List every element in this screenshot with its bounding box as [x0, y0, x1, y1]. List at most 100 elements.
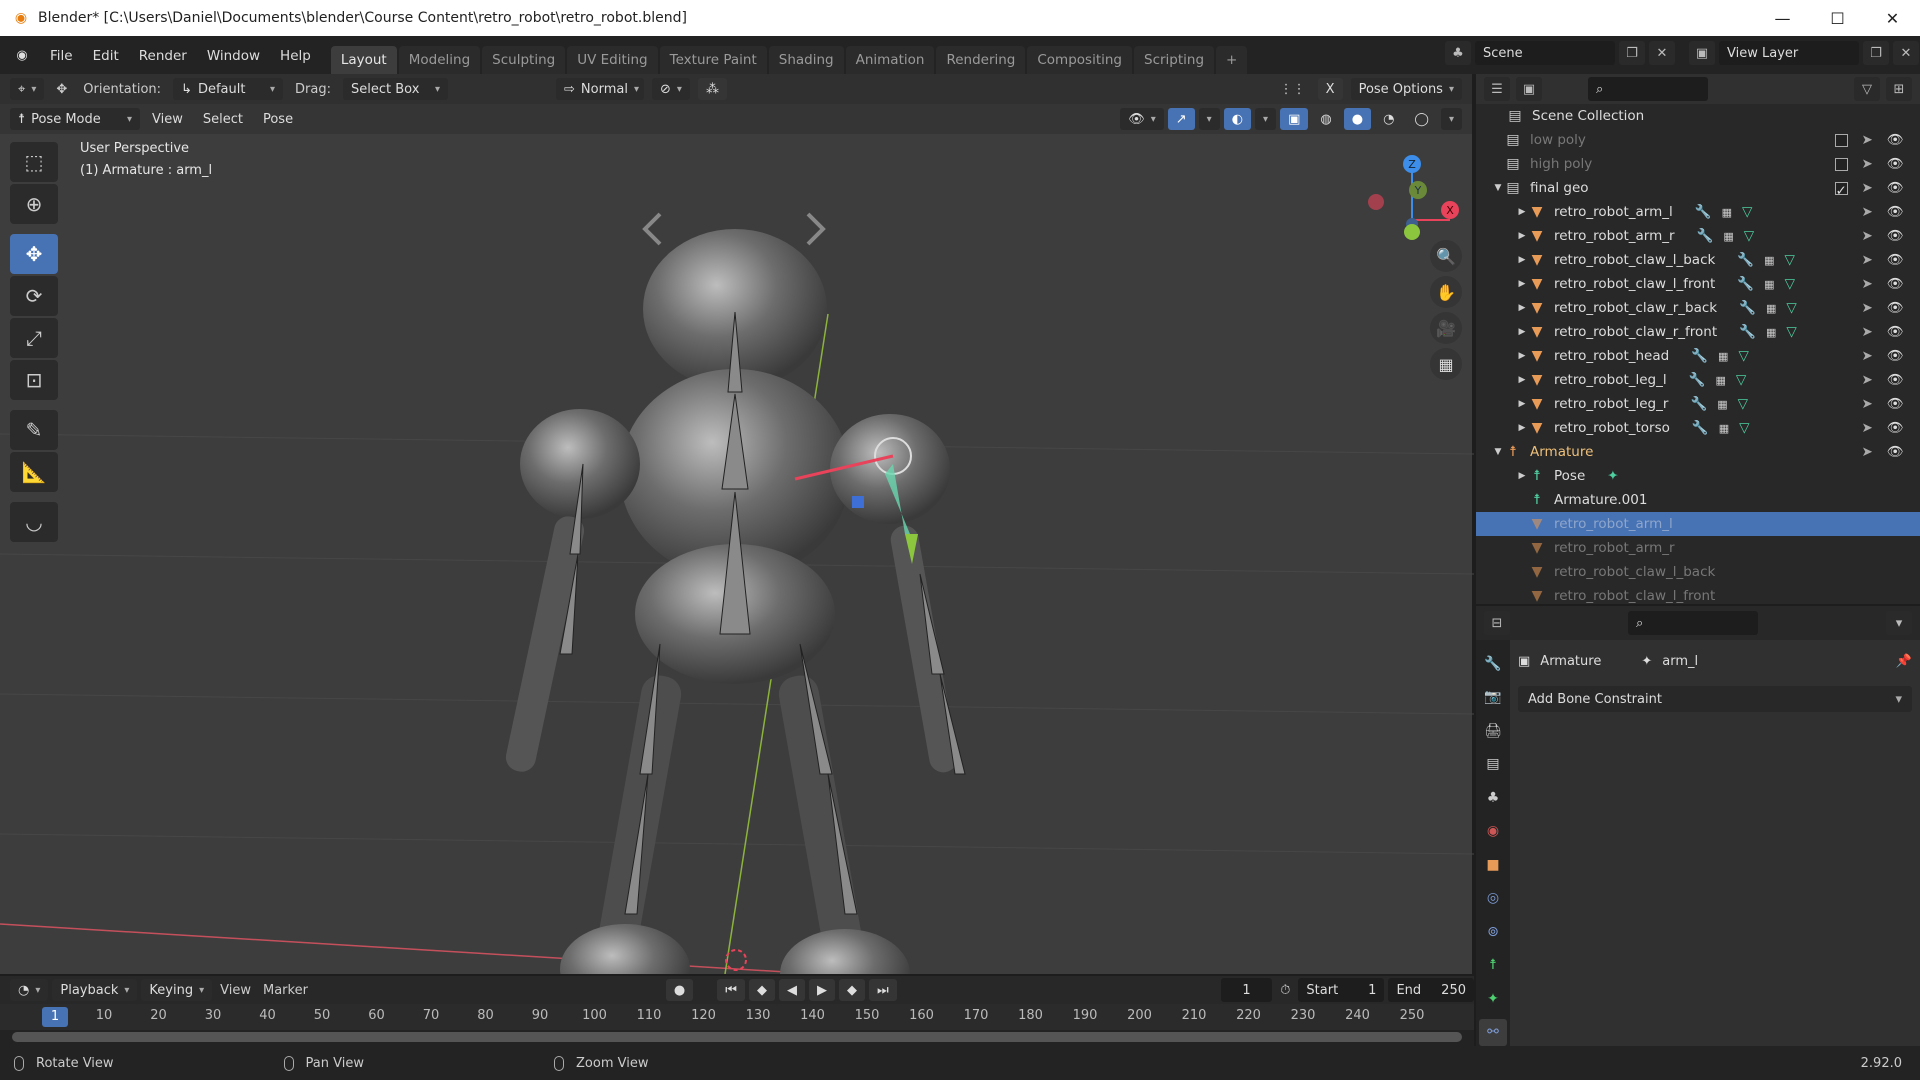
outliner-row[interactable]: ▼ ▤ final geo ✓ ➤ 👁: [1476, 176, 1920, 200]
current-frame-field[interactable]: 1: [1220, 978, 1273, 1002]
menu-file[interactable]: File: [40, 48, 83, 64]
scene-field[interactable]: Scene: [1475, 41, 1615, 65]
delete-scene-icon[interactable]: ✕: [1649, 41, 1675, 65]
outliner-row[interactable]: ▶ ▼ retro_robot_leg_r 🔧 ▦ ▽ ➤ 👁: [1476, 392, 1920, 416]
properties-options[interactable]: ▾: [1886, 611, 1912, 635]
outliner-row[interactable]: ▼ retro_robot_claw_l_front: [1476, 584, 1920, 608]
eye-icon[interactable]: 👁: [1887, 324, 1904, 340]
mesh-data-icon[interactable]: ▽: [1786, 324, 1796, 340]
vertex-groups-icon[interactable]: ▦: [1764, 254, 1774, 267]
orientation-dropdown[interactable]: ↳ Default ▾: [173, 78, 284, 100]
tab-uv-editing[interactable]: UV Editing: [567, 46, 658, 74]
selectable-arrow-icon[interactable]: ➤: [1862, 444, 1873, 460]
eye-icon[interactable]: 👁: [1887, 228, 1904, 244]
camera-view-button[interactable]: 🎥: [1430, 312, 1462, 344]
output-tab-icon[interactable]: 🖨: [1479, 717, 1507, 745]
properties-editor-type[interactable]: ⊟: [1484, 611, 1510, 635]
selectable-arrow-icon[interactable]: ➤: [1862, 396, 1873, 412]
scale-tool[interactable]: ⤢: [10, 318, 58, 358]
timeline-view-menu[interactable]: View: [216, 983, 255, 998]
eye-icon[interactable]: 👁: [1887, 252, 1904, 268]
expand-toggle-icon[interactable]: ▼: [1492, 183, 1504, 193]
ortho-toggle-button[interactable]: ▦: [1430, 348, 1462, 380]
menu-render[interactable]: Render: [129, 48, 197, 64]
outliner-row[interactable]: ▶ ▼ retro_robot_claw_l_back 🔧 ▦ ▽ ➤ 👁: [1476, 248, 1920, 272]
outliner-row[interactable]: ▼ retro_robot_arm_r: [1476, 536, 1920, 560]
delete-view-layer-icon[interactable]: ✕: [1893, 41, 1919, 65]
pin-icon[interactable]: 📌: [1896, 654, 1912, 669]
outliner-search[interactable]: ⌕: [1588, 77, 1708, 101]
pivot-dropdown[interactable]: ⇨ Normal ▾: [556, 78, 644, 100]
vertex-groups-icon[interactable]: ▦: [1764, 278, 1774, 291]
eye-icon[interactable]: 👁: [1887, 372, 1904, 388]
cursor-tool[interactable]: ⊕: [10, 184, 58, 224]
selectable-arrow-icon[interactable]: ➤: [1862, 276, 1873, 292]
mesh-data-icon[interactable]: ▽: [1736, 372, 1746, 388]
outliner-row[interactable]: ▤ high poly ➤ 👁: [1476, 152, 1920, 176]
outliner-row[interactable]: ▶ ▼ retro_robot_arm_r 🔧 ▦ ▽ ➤ 👁: [1476, 224, 1920, 248]
mesh-data-icon[interactable]: ▽: [1786, 300, 1796, 316]
xray-toggle[interactable]: ▣: [1280, 108, 1309, 130]
prev-keyframe-button[interactable]: ◆: [748, 979, 775, 1001]
modifier-wrench-icon[interactable]: 🔧: [1689, 372, 1706, 388]
add-workspace-button[interactable]: +: [1216, 46, 1248, 74]
add-bone-constraint-dropdown[interactable]: Add Bone Constraint ▾: [1518, 686, 1912, 712]
solid-shading-button[interactable]: ●: [1343, 108, 1372, 130]
frame-ruler[interactable]: 1 10 20 30 40 50 60 70 80 90 100 110 120 130 140 150 16…: [0, 1004, 1474, 1030]
proportional-edit-button[interactable]: ⁂: [697, 78, 727, 100]
tab-animation[interactable]: Animation: [845, 46, 935, 74]
vertex-groups-icon[interactable]: ▦: [1766, 326, 1776, 339]
expand-toggle-icon[interactable]: ▶: [1516, 279, 1528, 289]
menu-help[interactable]: Help: [270, 48, 321, 64]
object-tab-icon[interactable]: ■: [1479, 851, 1507, 879]
outliner-row[interactable]: ▶ ▼ retro_robot_leg_l 🔧 ▦ ▽ ➤ 👁: [1476, 368, 1920, 392]
display-mode-dropdown[interactable]: ▣: [1516, 77, 1542, 101]
tab-compositing[interactable]: Compositing: [1027, 46, 1132, 74]
tool-tab-icon[interactable]: 🔧: [1479, 650, 1507, 678]
expand-toggle-icon[interactable]: ▶: [1516, 471, 1528, 481]
bone-icon[interactable]: ✦: [1607, 468, 1618, 484]
bone-tab-icon[interactable]: ✦: [1479, 985, 1507, 1013]
eye-icon[interactable]: 👁: [1887, 204, 1904, 220]
snap-dropdown[interactable]: ⊘ ▾: [652, 78, 690, 100]
menu-select[interactable]: Select: [194, 108, 251, 130]
overlays-dropdown[interactable]: ▾: [1255, 108, 1277, 130]
maximize-button[interactable]: ☐: [1810, 0, 1865, 37]
modifier-wrench-icon[interactable]: 🔧: [1737, 276, 1754, 292]
selectable-arrow-icon[interactable]: ➤: [1862, 324, 1873, 340]
expand-toggle-icon[interactable]: ▶: [1516, 207, 1528, 217]
selectable-arrow-icon[interactable]: ➤: [1862, 156, 1873, 172]
selectable-arrow-icon[interactable]: ➤: [1862, 348, 1873, 364]
scene-collection-row[interactable]: ▤ Scene Collection: [1476, 104, 1920, 128]
outliner-row[interactable]: ▶ ▼ retro_robot_head 🔧 ▦ ▽ ➤ 👁: [1476, 344, 1920, 368]
jump-end-button[interactable]: ⏭: [868, 979, 897, 1001]
outliner-row[interactable]: ▤ low poly ➤ 👁: [1476, 128, 1920, 152]
expand-toggle-icon[interactable]: ▶: [1516, 351, 1528, 361]
view-layer-icon[interactable]: ▣: [1689, 41, 1715, 65]
view-layer-field[interactable]: View Layer: [1719, 41, 1859, 65]
mesh-data-icon[interactable]: ▽: [1744, 228, 1754, 244]
tab-layout[interactable]: Layout: [330, 46, 397, 74]
tab-modeling[interactable]: Modeling: [398, 46, 481, 74]
modifier-wrench-icon[interactable]: 🔧: [1692, 420, 1709, 436]
outliner-editor-type[interactable]: ☰: [1484, 77, 1510, 101]
eye-icon[interactable]: 👁: [1887, 444, 1904, 460]
overlays-toggle[interactable]: ◐: [1223, 108, 1252, 130]
playback-menu[interactable]: Playback ▾: [52, 979, 138, 1001]
selectable-arrow-icon[interactable]: ➤: [1862, 300, 1873, 316]
scene-tab-icon[interactable]: ♣: [1479, 784, 1507, 812]
vertex-groups-icon[interactable]: ▦: [1722, 206, 1732, 219]
selectable-arrow-icon[interactable]: ➤: [1862, 372, 1873, 388]
auto-keying-button[interactable]: ●: [665, 979, 694, 1001]
navigation-gizmo[interactable]: Z Y X: [1360, 142, 1470, 242]
rotate-tool[interactable]: ⟳: [10, 276, 58, 316]
current-frame-indicator[interactable]: 1: [42, 1007, 68, 1027]
exclude-checkbox[interactable]: ✓: [1834, 181, 1848, 199]
filter-icon[interactable]: ▽: [1854, 77, 1880, 101]
modifier-wrench-icon[interactable]: 🔧: [1690, 396, 1707, 412]
outliner-row[interactable]: ☨ Armature.001: [1476, 488, 1920, 512]
select-box-tool[interactable]: ⬚: [10, 142, 58, 182]
selectable-arrow-icon[interactable]: ➤: [1862, 252, 1873, 268]
outliner-row[interactable]: ▶ ☨ Pose ✦: [1476, 464, 1920, 488]
outliner-row[interactable]: ▶ ▼ retro_robot_claw_r_front 🔧 ▦ ▽ ➤ 👁: [1476, 320, 1920, 344]
